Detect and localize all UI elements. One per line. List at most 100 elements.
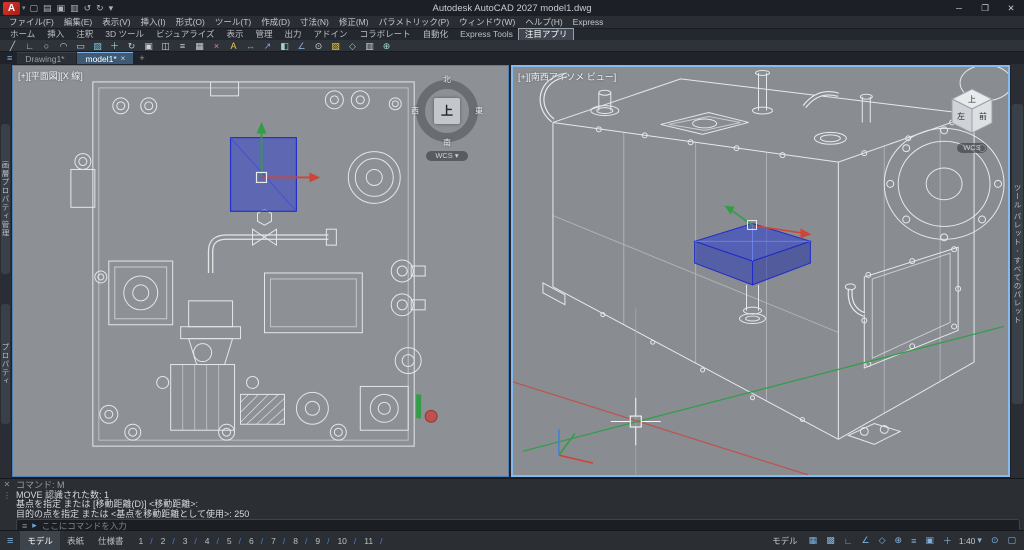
offset-tool-icon[interactable]: ≡ <box>176 40 189 52</box>
ortho-icon[interactable]: ∟ <box>842 536 853 546</box>
layout-tab[interactable]: 仕様書 <box>91 531 131 550</box>
menu-item[interactable]: ヘルプ(H) <box>520 16 567 29</box>
osnap-icon[interactable]: ⊕ <box>893 535 903 546</box>
open-file-icon[interactable]: ▤ <box>43 3 52 14</box>
wcs-dropdown[interactable]: WCS <box>957 143 987 153</box>
ribbon-tab[interactable]: ビジュアライズ <box>150 29 220 40</box>
file-tab-menu-icon[interactable]: ≡ <box>2 52 17 64</box>
point-tool-icon[interactable]: ⊙ <box>312 40 325 52</box>
copy-tool-icon[interactable]: ▣ <box>142 40 155 52</box>
menu-item[interactable]: Express <box>568 16 609 29</box>
erase-tool-icon[interactable]: × <box>210 40 223 52</box>
layout-tab[interactable]: モデル <box>20 530 60 550</box>
ribbon-tab[interactable]: 挿入 <box>41 29 70 40</box>
command-grip-icon[interactable]: ⋮ <box>3 492 11 500</box>
ribbon-tab[interactable]: ホーム <box>4 29 41 40</box>
viewport-controls-label[interactable]: [+][南西アイソメ ビュー] <box>518 70 616 83</box>
view-cube[interactable]: 北 西 東 南 上 WCS ▾ <box>410 74 484 161</box>
plan-viewport[interactable]: [+][平面図][X 線] 北 西 東 南 上 WCS ▾ <box>12 65 509 477</box>
layout-page-tab[interactable]: 11 <box>360 536 386 546</box>
ribbon-tab[interactable]: 管理 <box>250 29 279 40</box>
ribbon-tab[interactable]: 注目アプリ <box>517 28 575 41</box>
status-menu-icon[interactable]: ≡ <box>0 535 20 547</box>
dynamic-input-icon[interactable]: ＋ <box>941 534 952 547</box>
viewcube-west[interactable]: 西 <box>411 106 419 117</box>
leader-tool-icon[interactable]: ↗ <box>261 40 274 52</box>
selected-object-plan[interactable] <box>229 137 298 212</box>
new-tab-button[interactable]: + <box>134 52 149 64</box>
angle-tool-icon[interactable]: ∠ <box>295 40 308 52</box>
ribbon-tab[interactable]: 出力 <box>279 29 308 40</box>
menu-item[interactable]: 表示(V) <box>97 16 135 29</box>
array-tool-icon[interactable]: ▦ <box>193 40 206 52</box>
command-customize-icon[interactable]: ≡ <box>22 521 27 531</box>
iso-view-canvas[interactable] <box>513 67 1008 475</box>
clean-screen-icon[interactable]: ▢ <box>1005 535 1016 546</box>
wcs-dropdown[interactable]: WCS ▾ <box>426 151 468 161</box>
redo-icon[interactable]: ↻ <box>96 3 104 14</box>
model-space-toggle[interactable]: モデル <box>772 535 800 547</box>
layout-page-tab[interactable]: 9 <box>311 536 333 546</box>
arc-tool-icon[interactable]: ◠ <box>57 40 70 52</box>
menu-item[interactable]: ウィンドウ(W) <box>454 16 520 29</box>
layout-page-tab[interactable]: 10 <box>333 536 360 546</box>
maximize-button[interactable]: ❐ <box>972 0 998 16</box>
menu-item[interactable]: 編集(E) <box>59 16 97 29</box>
ribbon-tab[interactable]: アドイン <box>308 29 354 40</box>
menu-item[interactable]: ファイル(F) <box>4 16 59 29</box>
layout-page-tab[interactable]: 2 <box>157 536 179 546</box>
view-cube-iso[interactable]: 上 左 前 WCS <box>950 87 994 153</box>
qat-dropdown-icon[interactable]: ▾ <box>109 3 114 14</box>
layout-page-tab[interactable]: 6 <box>245 536 267 546</box>
menu-item[interactable]: 挿入(I) <box>136 16 171 29</box>
layout-page-tab[interactable]: 5 <box>223 536 245 546</box>
viewcube-north[interactable]: 北 <box>443 74 451 85</box>
layout-page-tab[interactable]: 1 <box>134 536 156 546</box>
layout-tab[interactable]: 表紙 <box>60 531 91 550</box>
mirror-tool-icon[interactable]: ◫ <box>159 40 172 52</box>
menu-item[interactable]: 修正(M) <box>334 16 374 29</box>
logo-menu-caret-icon[interactable]: ▾ <box>22 4 26 12</box>
layout-page-tab[interactable]: 7 <box>267 536 289 546</box>
ribbon-tab[interactable]: 3D ツール <box>99 29 150 40</box>
ribbon-tab[interactable]: 表示 <box>221 29 250 40</box>
layer-properties-palette-tab[interactable]: 画層プロパティ管理 <box>1 124 10 274</box>
isodraft-tool-icon[interactable]: ◇ <box>346 40 359 52</box>
layout-page-tab[interactable]: 3 <box>179 536 201 546</box>
text-tool-icon[interactable]: A <box>227 40 240 52</box>
command-close-icon[interactable]: ✕ <box>4 481 11 489</box>
viewcube-east[interactable]: 東 <box>475 106 483 117</box>
rotate-tool-icon[interactable]: ↻ <box>125 40 138 52</box>
selected-object-iso[interactable] <box>693 222 813 286</box>
file-tab[interactable]: Drawing1* <box>17 52 77 64</box>
lineweight-icon[interactable]: ≡ <box>909 536 916 546</box>
dimension-tool-icon[interactable]: ↔ <box>244 40 257 52</box>
new-file-icon[interactable]: ▢ <box>30 3 39 14</box>
menu-item[interactable]: 寸法(N) <box>295 16 334 29</box>
layout-page-tab[interactable]: 8 <box>289 536 311 546</box>
tool-palettes-tab[interactable]: ツール パレット - すべてのパレット <box>1012 104 1023 404</box>
block-tool-icon[interactable]: ◧ <box>278 40 291 52</box>
snap-icon[interactable]: ▩ <box>824 535 835 546</box>
ribbon-tab[interactable]: コラボレート <box>354 29 417 40</box>
polar-tracking-icon[interactable]: ∠ <box>860 535 870 546</box>
menu-item[interactable]: 形式(O) <box>171 16 210 29</box>
gradient-tool-icon[interactable]: ▧ <box>329 40 342 52</box>
isodraft-icon[interactable]: ◇ <box>877 535 886 546</box>
polyline-tool-icon[interactable]: ∟ <box>23 40 36 52</box>
tab-close-icon[interactable]: × <box>121 53 126 65</box>
isometric-viewport[interactable]: [+][南西アイソメ ビュー] 上 左 前 WCS <box>511 65 1010 477</box>
close-button[interactable]: ✕ <box>998 0 1024 16</box>
print-icon[interactable]: ▥ <box>70 3 79 14</box>
grid-icon[interactable]: ▦ <box>807 535 818 546</box>
menu-item[interactable]: ツール(T) <box>210 16 256 29</box>
circle-tool-icon[interactable]: ○ <box>40 40 53 52</box>
move-tool-icon[interactable]: ＋ <box>108 40 121 52</box>
viewcube-south[interactable]: 南 <box>443 137 451 148</box>
ribbon-tab[interactable]: Express Tools <box>454 29 519 40</box>
hatch-tool-icon[interactable]: ▨ <box>91 40 104 52</box>
annotation-scale[interactable]: 1:40 ▾ <box>959 535 982 546</box>
autocad-logo[interactable]: A <box>3 1 20 15</box>
line-tool-icon[interactable]: ╱ <box>6 40 19 52</box>
osnap-tool-icon[interactable]: ⊕ <box>380 40 393 52</box>
